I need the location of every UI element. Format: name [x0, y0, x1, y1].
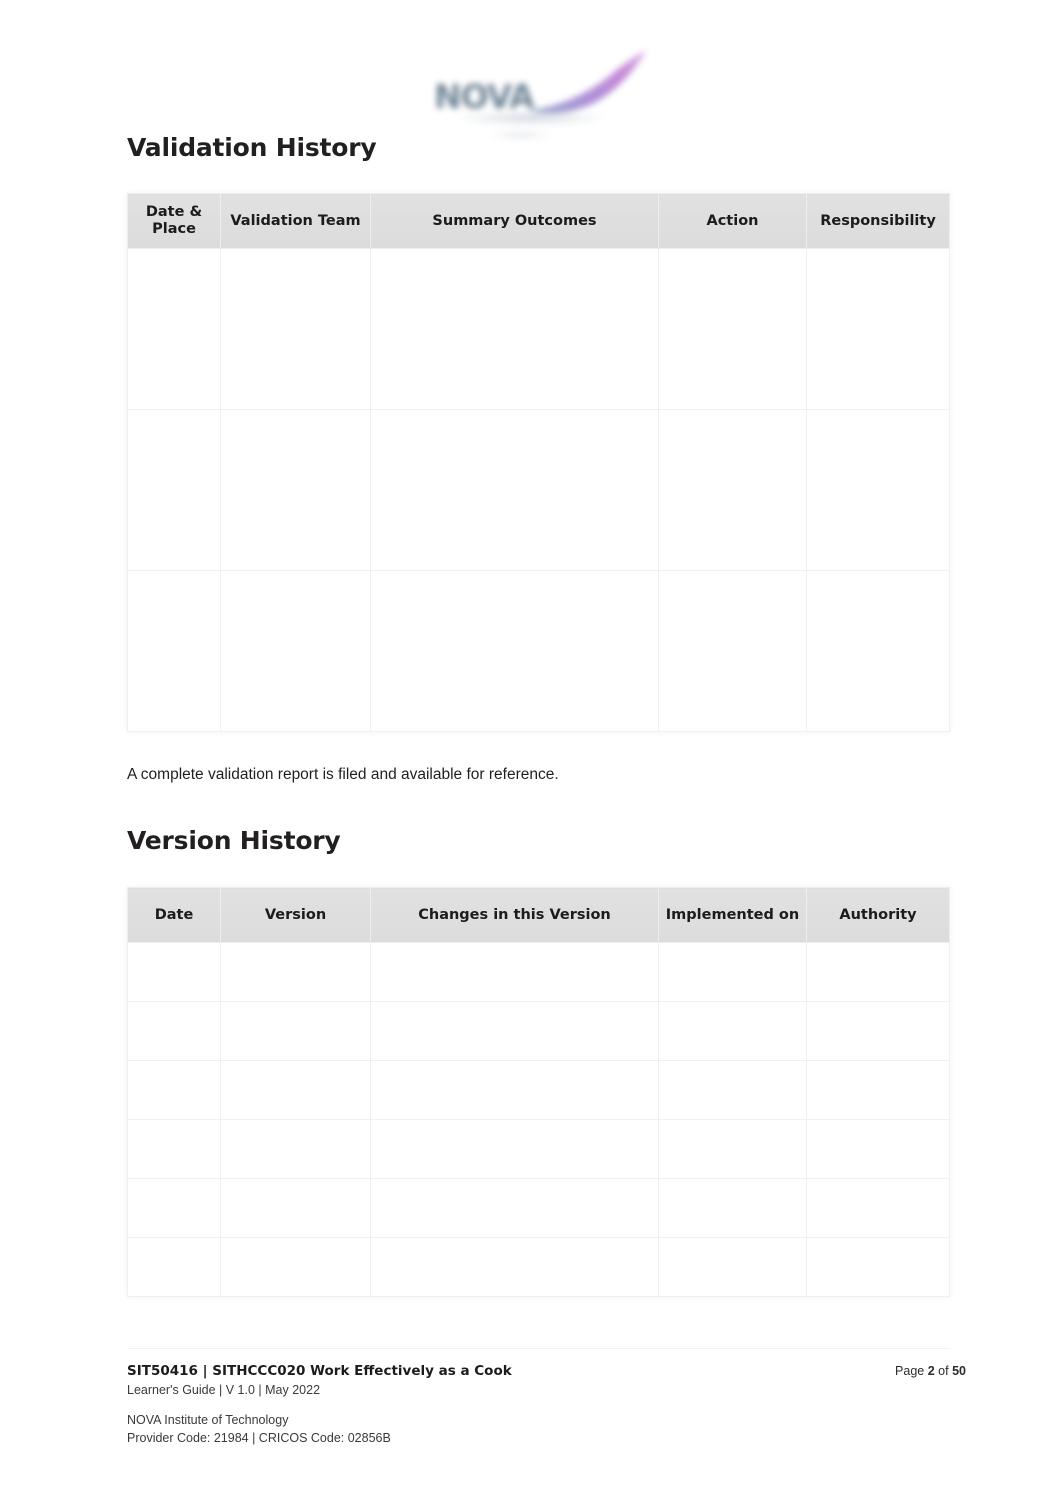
table-cell[interactable]: [370, 248, 659, 410]
table-row: [127, 1178, 950, 1238]
table-cell[interactable]: [806, 942, 950, 1002]
table-row: [127, 248, 950, 410]
table-cell[interactable]: [658, 942, 807, 1002]
column-header-date-place: Date & Place: [127, 193, 221, 249]
table-header-row: Date Version Changes in this Version Imp…: [127, 887, 950, 943]
table-cell[interactable]: [127, 942, 221, 1002]
column-header-changes: Changes in this Version: [370, 887, 659, 943]
column-header-date: Date: [127, 887, 221, 943]
column-header-action: Action: [658, 193, 807, 249]
table-cell[interactable]: [220, 1060, 371, 1120]
table-cell[interactable]: [220, 570, 371, 732]
page-number: 2: [927, 1364, 935, 1378]
table-cell[interactable]: [806, 570, 950, 732]
column-header-authority: Authority: [806, 887, 950, 943]
table-cell[interactable]: [127, 1060, 221, 1120]
table-cell[interactable]: [127, 1001, 221, 1061]
table-cell[interactable]: [806, 409, 950, 571]
table-cell[interactable]: [806, 1237, 950, 1297]
table-cell[interactable]: [658, 409, 807, 571]
table-cell[interactable]: [806, 1060, 950, 1120]
table-row: [127, 1001, 950, 1061]
page-title-validation-history: Validation History: [127, 133, 377, 162]
validation-history-table: Date & Place Validation Team Summary Out…: [127, 193, 950, 732]
table-row: [127, 570, 950, 732]
table-cell[interactable]: [658, 248, 807, 410]
table-cell[interactable]: [220, 942, 371, 1002]
table-cell[interactable]: [127, 1237, 221, 1297]
table-cell[interactable]: [127, 1178, 221, 1238]
column-header-implemented-on: Implemented on: [658, 887, 807, 943]
table-row: [127, 1237, 950, 1297]
table-cell[interactable]: [370, 1237, 659, 1297]
table-cell[interactable]: [220, 409, 371, 571]
table-cell[interactable]: [127, 409, 221, 571]
footer-course-title: SIT50416 | SITHCCC020 Work Effectively a…: [127, 1363, 512, 1379]
table-cell[interactable]: [370, 409, 659, 571]
table-header-row: Date & Place Validation Team Summary Out…: [127, 193, 950, 249]
column-header-responsibility: Responsibility: [806, 193, 950, 249]
table-cell[interactable]: [658, 570, 807, 732]
table-cell[interactable]: [370, 570, 659, 732]
table-cell[interactable]: [806, 1119, 950, 1179]
page-total: 50: [952, 1364, 966, 1378]
column-header-validation-team: Validation Team: [220, 193, 371, 249]
document-page: NOVA Validation History Date & Place Val…: [0, 0, 1062, 1504]
footer-course-block: SIT50416 | SITHCCC020 Work Effectively a…: [127, 1362, 512, 1399]
table-cell[interactable]: [658, 1237, 807, 1297]
page-label: Page: [895, 1364, 925, 1378]
page-of-label: of: [938, 1364, 949, 1378]
table-row: [127, 1060, 950, 1120]
table-cell[interactable]: [370, 1178, 659, 1238]
table-cell[interactable]: [370, 1119, 659, 1179]
table-cell[interactable]: [220, 1178, 371, 1238]
table-cell[interactable]: [658, 1060, 807, 1120]
table-row: [127, 942, 950, 1002]
logo-underline-blur: [488, 130, 554, 140]
nova-logo: NOVA: [430, 48, 646, 140]
table-row: [127, 409, 950, 571]
table-cell[interactable]: [658, 1119, 807, 1179]
table-cell[interactable]: [806, 248, 950, 410]
footer-org-name: NOVA Institute of Technology: [127, 1413, 289, 1427]
table-cell[interactable]: [127, 1119, 221, 1179]
table-cell[interactable]: [220, 1237, 371, 1297]
column-header-summary-outcomes: Summary Outcomes: [370, 193, 659, 249]
table-cell[interactable]: [220, 1001, 371, 1061]
footer-org-codes: Provider Code: 21984 | CRICOS Code: 0285…: [127, 1431, 391, 1446]
version-history-table: Date Version Changes in this Version Imp…: [127, 887, 950, 1297]
table-cell[interactable]: [220, 1119, 371, 1179]
table-cell[interactable]: [220, 248, 371, 410]
validation-report-note: A complete validation report is filed an…: [127, 766, 559, 783]
table-cell[interactable]: [127, 248, 221, 410]
footer-organisation-block: NOVA Institute of Technology Provider Co…: [127, 1411, 391, 1447]
column-header-version: Version: [220, 887, 371, 943]
footer-divider: [127, 1348, 949, 1349]
table-cell[interactable]: [806, 1178, 950, 1238]
table-cell[interactable]: [370, 1060, 659, 1120]
table-cell[interactable]: [370, 942, 659, 1002]
page-title-version-history: Version History: [127, 826, 341, 855]
logo-shadow: [456, 110, 606, 126]
table-cell[interactable]: [658, 1178, 807, 1238]
table-row: [127, 1119, 950, 1179]
table-cell[interactable]: [658, 1001, 807, 1061]
table-cell[interactable]: [806, 1001, 950, 1061]
table-cell[interactable]: [370, 1001, 659, 1061]
table-cell[interactable]: [127, 570, 221, 732]
footer-course-subtitle: Learner's Guide | V 1.0 | May 2022: [127, 1383, 321, 1398]
page-number-indicator: Page 2 of 50: [895, 1364, 966, 1378]
